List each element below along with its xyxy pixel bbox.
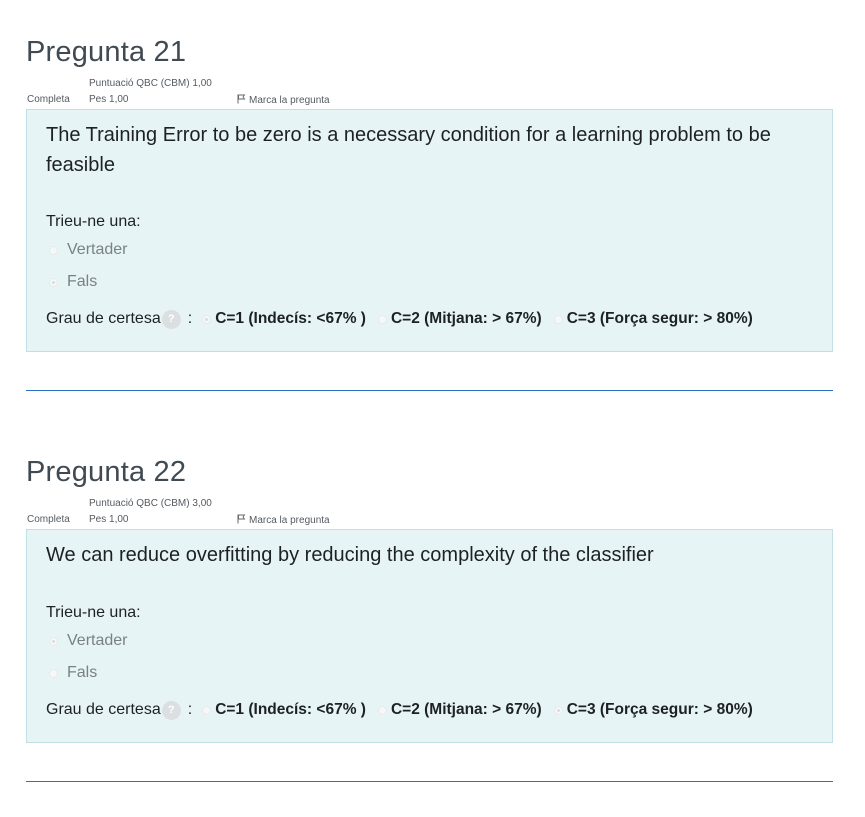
- answer-option-fals[interactable]: Fals: [46, 663, 97, 683]
- radio-button[interactable]: [553, 705, 563, 715]
- flag-label: Marca la pregunta: [249, 95, 330, 106]
- answer-prompt: Trieu-ne una:: [46, 213, 141, 230]
- question-state: Completa: [27, 94, 70, 105]
- question-divider: [26, 781, 833, 782]
- certainty-option-label: C=1 (Indecís: <67% ): [215, 701, 366, 718]
- question-weight: Pes 1,00: [89, 514, 129, 525]
- question-content: The Training Error to be zero is a neces…: [26, 109, 833, 352]
- certainty-row: Grau de certesa ? : C=1 (Indecís: <67% )…: [46, 308, 765, 330]
- radio-button[interactable]: [377, 314, 387, 324]
- certainty-label: Grau de certesa: [46, 310, 161, 327]
- question-text: The Training Error to be zero is a neces…: [46, 124, 771, 176]
- radio-button[interactable]: [202, 705, 212, 715]
- answer-option-label: Fals: [67, 273, 98, 290]
- answer-option-fals[interactable]: Fals: [46, 272, 97, 292]
- flag-question-link[interactable]: Marca la pregunta: [237, 514, 330, 526]
- certainty-option-label: C=3 (Força segur: > 80%): [566, 701, 753, 718]
- answer-option-label: Vertader: [67, 632, 128, 649]
- question-title: Pregunta 21: [26, 36, 187, 68]
- certainty-option-label: C=2 (Mitjana: > 67%): [390, 701, 542, 718]
- certainty-row: Grau de certesa ? : C=1 (Indecís: <67% )…: [46, 699, 765, 721]
- answer-option-label: Fals: [67, 664, 98, 681]
- flag-label: Marca la pregunta: [249, 515, 330, 526]
- question-title: Pregunta 22: [26, 456, 187, 488]
- certainty-option-label: C=2 (Mitjana: > 67%): [390, 310, 542, 327]
- question-weight: Pes 1,00: [89, 94, 129, 105]
- certainty-option-label: C=3 (Força segur: > 80%): [566, 310, 753, 327]
- certainty-option-c1[interactable]: C=1 (Indecís: <67% ): [202, 701, 366, 719]
- question-21: Pregunta 21 Completa Puntuació QBC (CBM)…: [26, 36, 833, 356]
- question-score: Puntuació QBC (CBM) 1,00: [89, 78, 212, 89]
- help-icon[interactable]: ?: [161, 309, 181, 329]
- question-state: Completa: [27, 514, 70, 525]
- question-content: We can reduce overfitting by reducing th…: [26, 529, 833, 743]
- certainty-option-c2[interactable]: C=2 (Mitjana: > 67%): [377, 701, 542, 719]
- flag-question-link[interactable]: Marca la pregunta: [237, 94, 330, 106]
- answer-option-vertader[interactable]: Vertader: [46, 631, 127, 651]
- radio-button[interactable]: [202, 314, 212, 324]
- answer-option-label: Vertader: [67, 241, 128, 258]
- flag-icon: [237, 514, 246, 524]
- certainty-colon: :: [187, 701, 193, 718]
- question-text: We can reduce overfitting by reducing th…: [46, 544, 654, 566]
- radio-button[interactable]: [49, 245, 58, 255]
- radio-button[interactable]: [377, 705, 387, 715]
- question-score: Puntuació QBC (CBM) 3,00: [89, 498, 212, 509]
- radio-button[interactable]: [49, 277, 58, 287]
- certainty-option-c1[interactable]: C=1 (Indecís: <67% ): [202, 310, 366, 328]
- answer-prompt: Trieu-ne una:: [46, 604, 141, 621]
- certainty-option-c3[interactable]: C=3 (Força segur: > 80%): [553, 310, 753, 328]
- help-icon[interactable]: ?: [161, 700, 181, 720]
- certainty-label: Grau de certesa: [46, 701, 161, 718]
- radio-button[interactable]: [49, 668, 58, 678]
- certainty-option-label: C=1 (Indecís: <67% ): [215, 310, 366, 327]
- radio-button[interactable]: [553, 314, 563, 324]
- radio-button[interactable]: [49, 636, 58, 646]
- certainty-colon: :: [187, 310, 193, 327]
- question-22: Pregunta 22 Completa Puntuació QBC (CBM)…: [26, 456, 833, 746]
- certainty-option-c2[interactable]: C=2 (Mitjana: > 67%): [377, 310, 542, 328]
- answer-option-vertader[interactable]: Vertader: [46, 240, 127, 260]
- certainty-option-c3[interactable]: C=3 (Força segur: > 80%): [553, 701, 753, 719]
- question-divider: [26, 390, 833, 391]
- flag-icon: [237, 94, 246, 104]
